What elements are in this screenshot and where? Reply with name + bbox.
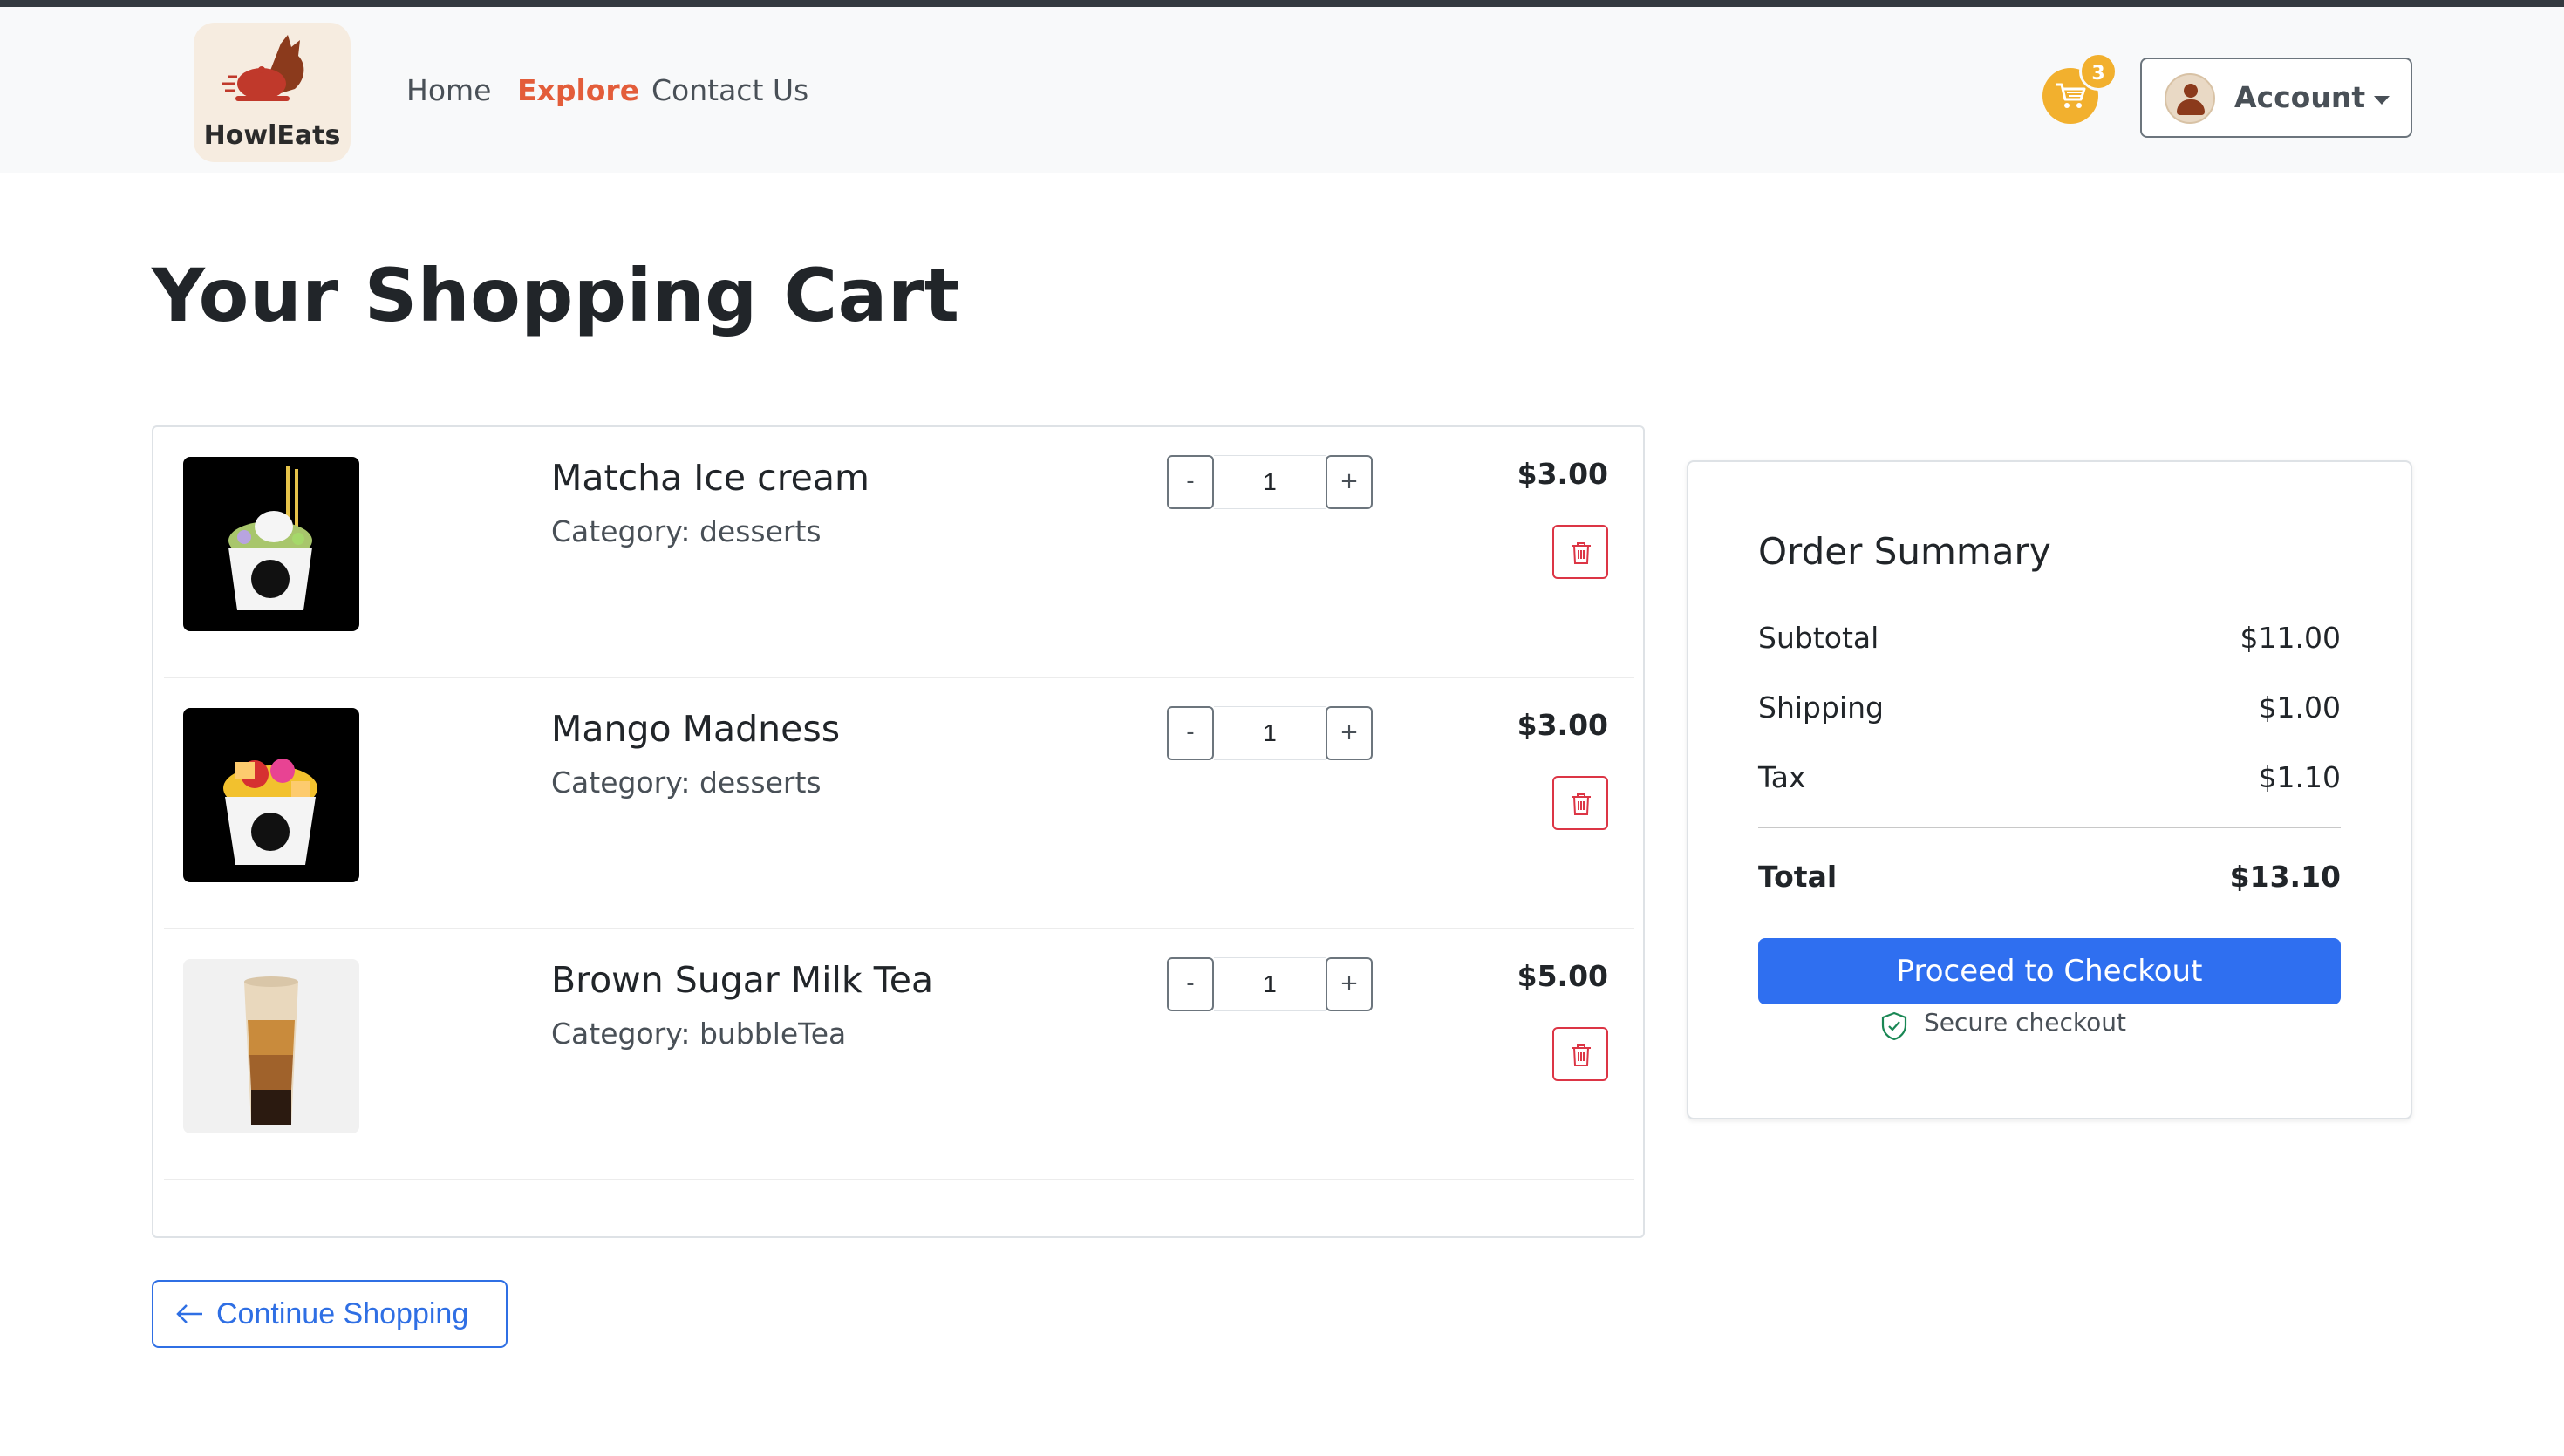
item-name: Matcha Ice cream <box>551 457 869 499</box>
top-strip <box>0 0 2564 7</box>
item-category: Category: bubbleTea <box>551 1017 847 1051</box>
chevron-down-icon <box>2374 96 2390 105</box>
account-dropdown-button[interactable]: Account <box>2140 58 2412 138</box>
cart-count-badge: 3 <box>2079 52 2117 91</box>
cart-icon <box>2056 83 2086 108</box>
quantity-stepper: - + <box>1167 706 1373 760</box>
nav-contact-link[interactable]: Contact Us <box>651 73 808 107</box>
item-category: Category: desserts <box>551 514 822 548</box>
order-summary-card: Order Summary Subtotal $11.00 Shipping $… <box>1687 460 2412 1119</box>
increase-quantity-button[interactable]: + <box>1326 455 1373 509</box>
shipping-value: $1.00 <box>2258 691 2341 725</box>
continue-shopping-button[interactable]: Continue Shopping <box>152 1280 508 1348</box>
summary-divider <box>1758 827 2341 828</box>
trash-icon <box>1572 793 1591 815</box>
shipping-label: Shipping <box>1758 691 1884 725</box>
item-price: $3.00 <box>1517 457 1608 491</box>
account-label: Account <box>2234 80 2366 114</box>
quantity-input[interactable] <box>1214 957 1326 1011</box>
item-name: Brown Sugar Milk Tea <box>551 959 934 1001</box>
subtotal-value: $11.00 <box>2240 621 2341 655</box>
nav-explore-link[interactable]: Explore <box>517 73 639 107</box>
shield-check-icon <box>1881 1011 1907 1041</box>
brand-name: HowlEats <box>203 120 341 151</box>
increase-quantity-button[interactable]: + <box>1326 706 1373 760</box>
order-summary-title: Order Summary <box>1758 530 2051 573</box>
proceed-to-checkout-button[interactable]: Proceed to Checkout <box>1758 938 2341 1004</box>
decrease-quantity-button[interactable]: - <box>1167 957 1214 1011</box>
remove-item-button[interactable] <box>1552 776 1608 830</box>
total-value: $13.10 <box>2229 860 2341 894</box>
arrow-left-icon <box>176 1304 202 1323</box>
navbar: HowlEats Home Explore Contact Us 3 Accou… <box>0 7 2564 173</box>
total-label: Total <box>1758 860 1838 894</box>
avatar <box>2165 73 2215 124</box>
decrease-quantity-button[interactable]: - <box>1167 706 1214 760</box>
item-name: Mango Madness <box>551 708 841 750</box>
subtotal-label: Subtotal <box>1758 621 1879 655</box>
tax-value: $1.10 <box>2258 760 2341 794</box>
page-title: Your Shopping Cart <box>152 253 960 338</box>
trash-icon <box>1572 542 1591 564</box>
cart-item: Brown Sugar Milk Tea Category: bubbleTea… <box>164 929 1634 1180</box>
cart-item: Matcha Ice cream Category: desserts - + … <box>164 427 1634 678</box>
quantity-input[interactable] <box>1214 455 1326 509</box>
cart-item: Mango Madness Category: desserts - + $3.… <box>164 678 1634 929</box>
product-image-mango <box>183 708 359 882</box>
product-image-matcha <box>183 457 359 631</box>
remove-item-button[interactable] <box>1552 1027 1608 1081</box>
item-price: $3.00 <box>1517 708 1608 742</box>
decrease-quantity-button[interactable]: - <box>1167 455 1214 509</box>
quantity-stepper: - + <box>1167 455 1373 509</box>
brand-logo[interactable]: HowlEats <box>194 23 351 162</box>
wolf-logo-icon <box>222 35 304 101</box>
quantity-stepper: - + <box>1167 957 1373 1011</box>
product-image-milk-tea <box>183 959 359 1133</box>
continue-shopping-label: Continue Shopping <box>216 1297 469 1330</box>
secure-checkout-label: Secure checkout <box>1924 1008 2126 1037</box>
item-price: $5.00 <box>1517 959 1608 993</box>
item-category: Category: desserts <box>551 765 822 799</box>
increase-quantity-button[interactable]: + <box>1326 957 1373 1011</box>
nav-home-link[interactable]: Home <box>406 73 491 107</box>
remove-item-button[interactable] <box>1552 525 1608 579</box>
cart-items-panel: Matcha Ice cream Category: desserts - + … <box>152 425 1645 1238</box>
tax-label: Tax <box>1758 760 1806 794</box>
trash-icon <box>1572 1044 1591 1066</box>
quantity-input[interactable] <box>1214 706 1326 760</box>
